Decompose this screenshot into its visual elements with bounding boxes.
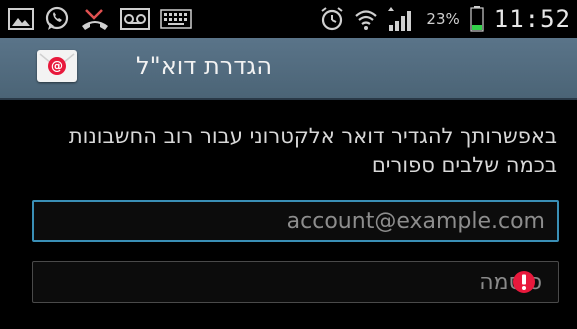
whatsapp-icon bbox=[44, 6, 70, 32]
action-bar: @ הגדרת דוא"ל bbox=[0, 38, 577, 100]
status-bar: 23% 11:52 bbox=[0, 0, 577, 38]
battery-icon bbox=[470, 6, 484, 32]
email-field-container bbox=[32, 200, 559, 242]
system-icons: 23% 11:52 bbox=[320, 3, 571, 35]
svg-text:@: @ bbox=[51, 59, 63, 73]
page-title: הגדרת דוא"ל bbox=[136, 52, 272, 80]
email-app-icon[interactable]: @ bbox=[37, 50, 77, 82]
gallery-icon bbox=[8, 8, 34, 30]
voicemail-icon bbox=[120, 8, 150, 30]
alarm-icon bbox=[320, 7, 344, 31]
missed-call-icon bbox=[80, 6, 110, 32]
password-field-container bbox=[32, 261, 559, 303]
error-icon[interactable] bbox=[512, 270, 536, 294]
battery-percent: 23% bbox=[426, 10, 460, 28]
clock: 11:52 bbox=[493, 5, 571, 33]
notification-icons bbox=[8, 5, 192, 33]
wifi-icon bbox=[354, 7, 378, 31]
email-field[interactable] bbox=[34, 202, 557, 240]
keyboard-icon bbox=[160, 9, 192, 29]
signal-icon bbox=[388, 7, 416, 31]
instruction-text: באפשרותך להגדיר דואר אלקטרוני עבור רוב ה… bbox=[68, 124, 557, 177]
email-setup-form: באפשרותך להגדיר דואר אלקטרוני עבור רוב ה… bbox=[0, 100, 577, 329]
password-field[interactable] bbox=[33, 262, 558, 302]
